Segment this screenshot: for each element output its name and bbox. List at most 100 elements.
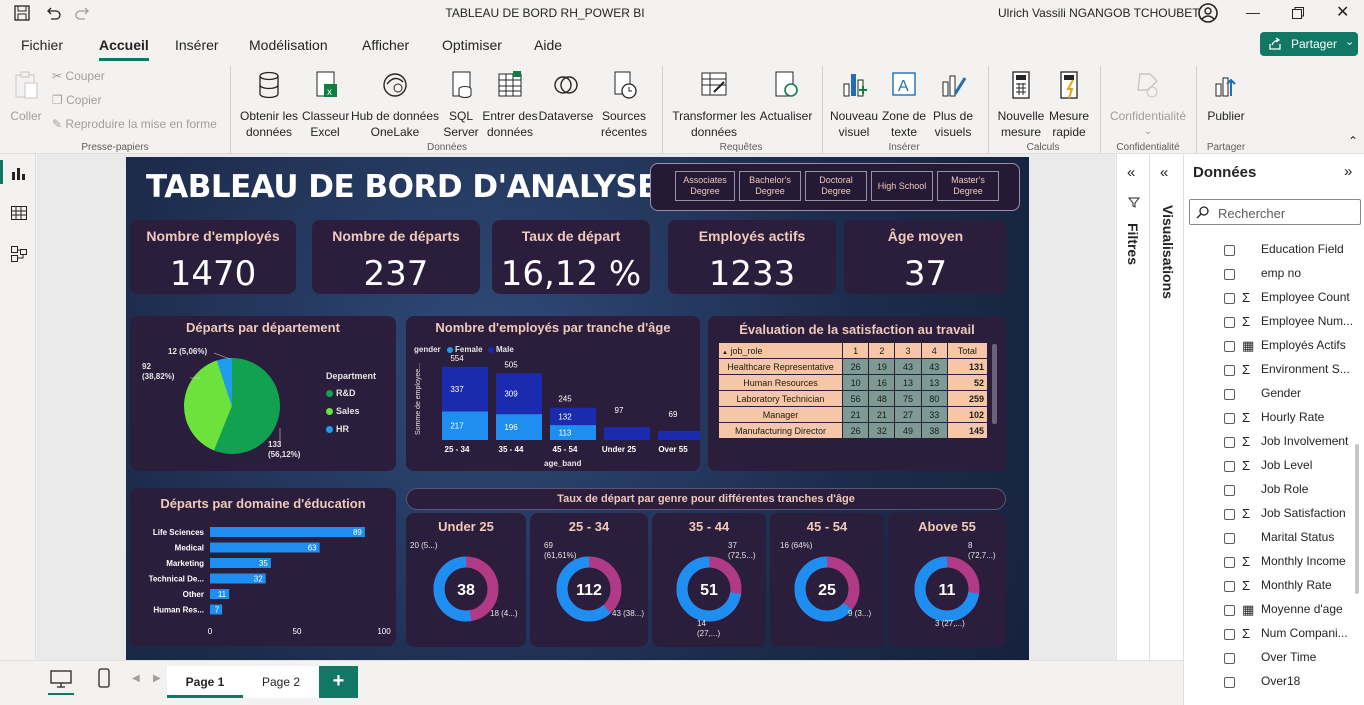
field-item[interactable]: Σ Num Compani...	[1184, 624, 1354, 648]
table-view-icon[interactable]	[11, 206, 27, 220]
column-header[interactable]: 1	[841, 342, 870, 359]
search-input[interactable]: Rechercher	[1189, 199, 1361, 225]
menu-view[interactable]: Afficher	[362, 37, 409, 53]
refresh-button[interactable]: Actualiser	[758, 70, 814, 124]
sql-server-button[interactable]: SQL Server	[440, 70, 482, 140]
collapse-visualizations-icon[interactable]: «	[1160, 164, 1168, 181]
share-button[interactable]: Partager ⌄	[1260, 32, 1358, 56]
more-visuals-button[interactable]: Plus de visuels	[928, 70, 978, 140]
publish-button[interactable]: Publier	[1204, 70, 1248, 124]
field-item[interactable]: Education Field	[1184, 240, 1354, 264]
menu-file[interactable]: Fichier	[21, 37, 63, 53]
report-view-icon[interactable]	[11, 166, 25, 180]
scrollbar[interactable]	[992, 344, 997, 424]
column-header[interactable]: 3	[894, 342, 922, 359]
column-header[interactable]: Total	[946, 342, 989, 359]
quick-measure-button[interactable]: Mesure rapide	[1046, 70, 1092, 140]
slicer-item[interactable]: High School	[871, 171, 933, 201]
menu-insert[interactable]: Insérer	[175, 37, 219, 53]
field-checkbox[interactable]	[1224, 317, 1235, 328]
copy-button[interactable]: ❐ Copier	[52, 92, 101, 108]
excel-button[interactable]: x Classeur Excel	[302, 70, 349, 140]
new-visual-button[interactable]: Nouveau visuel	[828, 70, 880, 140]
field-item[interactable]: Σ Monthly Income	[1184, 552, 1354, 576]
field-item[interactable]: emp no	[1184, 264, 1354, 288]
field-checkbox[interactable]	[1224, 485, 1235, 496]
donut-card[interactable]: 35 - 44 51 37 (72,5...) 14 (27,...)	[652, 513, 766, 647]
field-item[interactable]: Σ Employee Count	[1184, 288, 1354, 312]
model-view-icon[interactable]	[11, 246, 27, 262]
ribbon-collapse-icon[interactable]: ⌃	[1348, 134, 1358, 148]
filters-pane[interactable]: « Filtres	[1116, 154, 1149, 660]
mobile-layout-icon[interactable]	[98, 668, 110, 688]
field-checkbox[interactable]	[1224, 533, 1235, 544]
add-page-button[interactable]: +	[319, 666, 358, 698]
pie-card[interactable]: Départs par département 12 (5,06%) 92 (3…	[130, 316, 396, 471]
education-chart-card[interactable]: Départs par domaine d'éducation Life Sci…	[130, 488, 396, 646]
field-checkbox[interactable]	[1224, 509, 1235, 520]
field-item[interactable]: Σ Monthly Rate	[1184, 576, 1354, 600]
table-row[interactable]: Healthcare Representative 26 19 43 43 131	[718, 358, 989, 375]
donut-card[interactable]: Above 55 11 8 (72,7...) 3 (27,...)	[888, 513, 1006, 647]
slicer-item[interactable]: Bachelor's Degree	[739, 171, 801, 201]
field-checkbox[interactable]	[1224, 245, 1235, 256]
field-item[interactable]: Marital Status	[1184, 528, 1354, 552]
field-checkbox[interactable]	[1224, 629, 1235, 640]
column-header[interactable]: 2	[868, 342, 896, 359]
field-checkbox[interactable]	[1224, 437, 1235, 448]
field-item[interactable]: ▦ Employés Actifs	[1184, 336, 1354, 360]
slicer-item[interactable]: Associates Degree	[675, 171, 735, 201]
field-item[interactable]: Σ Environment S...	[1184, 360, 1354, 384]
slicer-item[interactable]: Doctoral Degree	[805, 171, 867, 201]
field-item[interactable]: Σ Job Involvement	[1184, 432, 1354, 456]
field-item[interactable]: Over18	[1184, 672, 1354, 696]
textbox-button[interactable]: A Zone de texte	[880, 70, 928, 140]
age-chart-card[interactable]: Nombre d'employés par tranche d'âge gend…	[406, 316, 700, 471]
cut-button[interactable]: ✂ Couper	[52, 68, 105, 84]
prev-page-icon[interactable]: ◀	[132, 673, 140, 684]
field-checkbox[interactable]	[1224, 581, 1235, 592]
field-item[interactable]: Job Role	[1184, 480, 1354, 504]
field-checkbox[interactable]	[1224, 653, 1235, 664]
onelake-button[interactable]: Hub de données OneLake	[350, 70, 440, 140]
field-checkbox[interactable]	[1224, 341, 1235, 352]
field-item[interactable]: Gender	[1184, 384, 1354, 408]
desktop-layout-icon[interactable]	[50, 670, 72, 688]
field-checkbox[interactable]	[1224, 293, 1235, 304]
satisfaction-card[interactable]: Évaluation de la satisfaction au travail…	[708, 316, 1006, 471]
visualizations-pane[interactable]: « Visualisations	[1149, 154, 1183, 660]
format-painter-button[interactable]: ✎ Reproduire la mise en forme	[52, 116, 217, 132]
avatar[interactable]	[1197, 2, 1219, 24]
donut-card[interactable]: Under 25 38 20 (5...) 18 (4...)	[406, 513, 526, 647]
transform-data-button[interactable]: Transformer les données	[670, 70, 758, 140]
field-item[interactable]: Σ Hourly Rate	[1184, 408, 1354, 432]
expand-data-icon[interactable]: »	[1344, 163, 1352, 180]
menu-modeling[interactable]: Modélisation	[249, 37, 328, 53]
page-tab[interactable]: Page 1	[167, 666, 243, 698]
restore-button[interactable]	[1292, 7, 1304, 19]
column-header[interactable]: 4	[920, 342, 948, 359]
field-checkbox[interactable]	[1224, 605, 1235, 616]
field-checkbox[interactable]	[1224, 677, 1235, 688]
field-checkbox[interactable]	[1224, 557, 1235, 568]
dataverse-button[interactable]: Dataverse	[538, 70, 594, 124]
menu-optimize[interactable]: Optimiser	[442, 37, 502, 53]
next-page-icon[interactable]: ▶	[153, 673, 161, 684]
close-button[interactable]: ✕	[1336, 2, 1349, 22]
slicer-item[interactable]: Master's Degree	[937, 171, 999, 201]
minimize-button[interactable]: —	[1246, 4, 1260, 20]
field-checkbox[interactable]	[1224, 461, 1235, 472]
field-checkbox[interactable]	[1224, 365, 1235, 376]
field-item[interactable]: Σ Job Level	[1184, 456, 1354, 480]
privacy-button[interactable]: Confidentialité ⌄	[1106, 70, 1190, 140]
donut-card[interactable]: 45 - 54 25 16 (64%) 9 (3...)	[770, 513, 884, 647]
table-row[interactable]: Manufacturing Director 26 32 49 38 145	[718, 422, 989, 439]
new-measure-button[interactable]: Nouvelle mesure	[994, 70, 1048, 140]
menu-help[interactable]: Aide	[534, 37, 562, 53]
field-checkbox[interactable]	[1224, 413, 1235, 424]
collapse-filters-icon[interactable]: «	[1127, 164, 1135, 181]
field-checkbox[interactable]	[1224, 389, 1235, 400]
field-item[interactable]: ▦ Moyenne d'age	[1184, 600, 1354, 624]
field-item[interactable]: Σ Employee Num...	[1184, 312, 1354, 336]
field-checkbox[interactable]	[1224, 269, 1235, 280]
